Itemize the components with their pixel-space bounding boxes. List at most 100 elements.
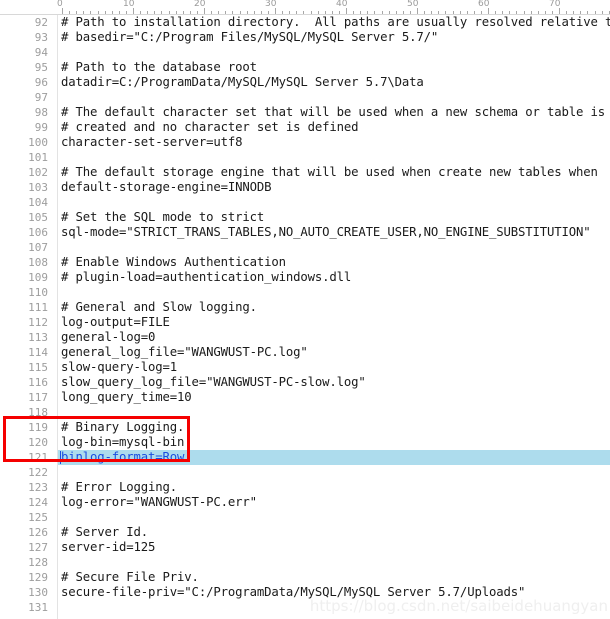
ruler-label: 0 xyxy=(57,0,63,9)
line-text[interactable]: long_query_time=10 xyxy=(61,390,192,405)
code-lines-container[interactable]: 92 # Path to installation directory. All … xyxy=(0,15,610,619)
line-text[interactable]: # Path to installation directory. All pa… xyxy=(61,15,610,30)
code-line[interactable]: 110 xyxy=(0,285,610,300)
line-text[interactable]: # General and Slow logging. xyxy=(61,300,257,315)
code-line[interactable]: 103 default-storage-engine=INNODB xyxy=(0,180,610,195)
line-text[interactable]: # basedir="C:/Program Files/MySQL/MySQL … xyxy=(61,30,438,45)
ruler-tick xyxy=(76,11,77,14)
code-line[interactable]: 94 xyxy=(0,45,610,60)
line-text[interactable]: # Secure File Priv. xyxy=(61,570,199,585)
code-line[interactable]: 126 # Server Id. xyxy=(0,525,610,540)
code-line[interactable]: 115 slow-query-log=1 xyxy=(0,360,610,375)
code-line[interactable]: 116 slow_query_log_file="WANGWUST-PC-slow… xyxy=(0,375,610,390)
line-number: 127 xyxy=(28,541,48,554)
line-number: 107 xyxy=(28,241,48,254)
line-text[interactable]: log-output=FILE xyxy=(61,315,170,330)
line-text[interactable]: slow_query_log_file="WANGWUST-PC-slow.lo… xyxy=(61,375,366,390)
line-number: 129 xyxy=(28,571,48,584)
line-text[interactable]: # Enable Windows Authentication xyxy=(61,255,286,270)
line-number: 123 xyxy=(28,481,48,494)
text-editor-code-view[interactable]: 01020304050607080 92# Path to installati… xyxy=(0,0,610,619)
line-number: 118 xyxy=(28,406,48,419)
ruler-tick xyxy=(545,11,546,14)
line-text[interactable]: # plugin-load=authentication_windows.dll xyxy=(61,270,351,285)
code-line[interactable]: 108 # Enable Windows Authentication xyxy=(0,255,610,270)
ruler-tick xyxy=(502,11,503,14)
line-number: 105 xyxy=(28,211,48,224)
code-line[interactable]: 112 log-output=FILE xyxy=(0,315,610,330)
line-text[interactable]: binlog-format=Row xyxy=(61,450,184,465)
line-text[interactable]: # created and no character set is define… xyxy=(61,120,359,135)
ruler-tick xyxy=(176,11,177,14)
ruler-tick xyxy=(524,11,525,14)
ruler-tick xyxy=(410,11,411,14)
code-line[interactable]: 101 xyxy=(0,150,610,165)
line-text[interactable]: server-id=125 xyxy=(61,540,155,555)
line-number: 109 xyxy=(28,271,48,284)
line-text[interactable]: default-storage-engine=INNODB xyxy=(61,180,272,195)
code-line[interactable]: 118 xyxy=(0,405,610,420)
code-line[interactable]: 124 log-error="WANGWUST-PC.err" xyxy=(0,495,610,510)
code-line[interactable]: 129 # Secure File Priv. xyxy=(0,570,610,585)
code-line[interactable]: 127 server-id=125 xyxy=(0,540,610,555)
ruler-label: 20 xyxy=(194,0,206,9)
code-line[interactable]: 128 xyxy=(0,555,610,570)
code-line[interactable]: 125 xyxy=(0,510,610,525)
line-number: 120 xyxy=(28,436,48,449)
code-line[interactable]: 123 # Error Logging. xyxy=(0,480,610,495)
ruler-tick xyxy=(240,11,241,14)
line-text[interactable]: general_log_file="WANGWUST-PC.log" xyxy=(61,345,308,360)
code-line[interactable]: 119 # Binary Logging. xyxy=(0,420,610,435)
code-line[interactable]: 92 # Path to installation directory. All … xyxy=(0,15,610,30)
line-text[interactable]: # Path to the database root xyxy=(61,60,257,75)
ruler-tick xyxy=(161,11,162,14)
ruler-tick xyxy=(531,11,532,14)
ruler-tick xyxy=(495,11,496,14)
line-text[interactable]: # The default character set that will be… xyxy=(61,105,605,120)
line-text[interactable]: datadir=C:/ProgramData/MySQL/MySQL Serve… xyxy=(61,75,424,90)
line-text[interactable]: # Set the SQL mode to strict xyxy=(61,210,264,225)
code-line[interactable]: 100 character-set-server=utf8 xyxy=(0,135,610,150)
code-line[interactable]: 114 general_log_file="WANGWUST-PC.log" xyxy=(0,345,610,360)
ruler-tick xyxy=(573,11,574,14)
line-text[interactable]: # The default storage engine that will b… xyxy=(61,165,598,180)
line-text[interactable]: # Error Logging. xyxy=(61,480,177,495)
line-number: 114 xyxy=(28,346,48,359)
ruler-tick xyxy=(69,11,70,14)
line-number: 95 xyxy=(34,61,48,74)
code-line[interactable]: 109 # plugin-load=authentication_windows.… xyxy=(0,270,610,285)
ruler-tick xyxy=(580,11,581,14)
ruler-tick xyxy=(303,11,304,14)
code-line[interactable]: 117 long_query_time=10 xyxy=(0,390,610,405)
code-line[interactable]: 120 log-bin=mysql-bin xyxy=(0,435,610,450)
ruler-tick xyxy=(282,11,283,14)
code-line[interactable]: 95 # Path to the database root xyxy=(0,60,610,75)
ruler-tick xyxy=(474,11,475,14)
code-line[interactable]: 98 # The default character set that will … xyxy=(0,105,610,120)
ruler-tick xyxy=(90,11,91,14)
line-text[interactable]: sql-mode="STRICT_TRANS_TABLES,NO_AUTO_CR… xyxy=(61,225,591,240)
code-line[interactable]: 97 xyxy=(0,90,610,105)
line-text[interactable]: # Binary Logging. xyxy=(61,420,184,435)
code-line[interactable]: 111 # General and Slow logging. xyxy=(0,300,610,315)
code-line[interactable]: 93 # basedir="C:/Program Files/MySQL/MySQ… xyxy=(0,30,610,45)
code-line[interactable]: 113 general-log=0 xyxy=(0,330,610,345)
line-text[interactable]: log-bin=mysql-bin xyxy=(61,435,184,450)
code-line[interactable]: 122 xyxy=(0,465,610,480)
line-text[interactable]: general-log=0 xyxy=(61,330,155,345)
code-line-selected[interactable]: 121 binlog-format=Row xyxy=(0,450,610,465)
code-line[interactable]: 107 xyxy=(0,240,610,255)
ruler-tick xyxy=(389,11,390,14)
line-text[interactable]: log-error="WANGWUST-PC.err" xyxy=(61,495,257,510)
line-text[interactable]: slow-query-log=1 xyxy=(61,360,177,375)
code-line[interactable]: 104 xyxy=(0,195,610,210)
code-line[interactable]: 96 datadir=C:/ProgramData/MySQL/MySQL Ser… xyxy=(0,75,610,90)
line-number: 98 xyxy=(34,106,48,119)
code-line[interactable]: 99 # created and no character set is defi… xyxy=(0,120,610,135)
code-line[interactable]: 102 # The default storage engine that wil… xyxy=(0,165,610,180)
line-text[interactable]: # Server Id. xyxy=(61,525,148,540)
code-line[interactable]: 106 sql-mode="STRICT_TRANS_TABLES,NO_AUTO… xyxy=(0,225,610,240)
line-number: 112 xyxy=(28,316,48,329)
line-text[interactable]: character-set-server=utf8 xyxy=(61,135,242,150)
code-line[interactable]: 105 # Set the SQL mode to strict xyxy=(0,210,610,225)
